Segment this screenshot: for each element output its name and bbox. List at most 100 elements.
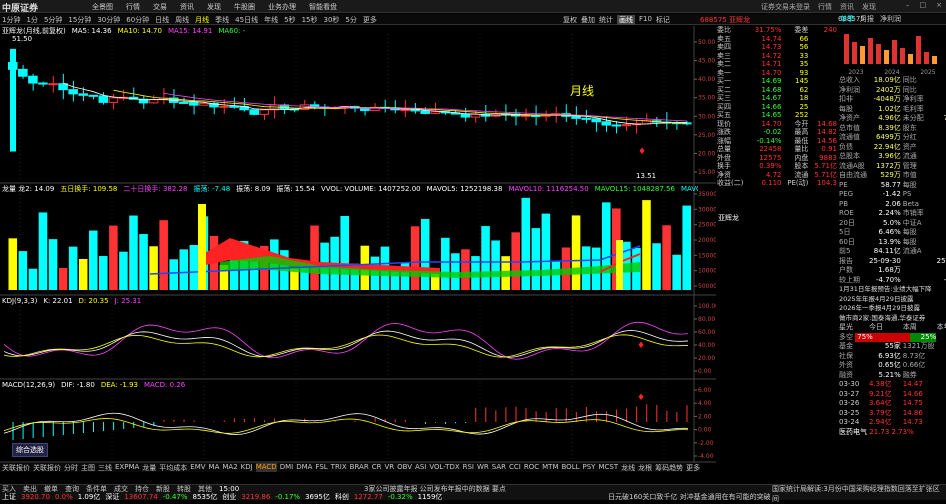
chart-tool-button[interactable]: 统计 bbox=[599, 15, 613, 25]
indicator-tab[interactable]: 平均成本 bbox=[159, 463, 187, 472]
period-tab[interactable]: 季线 bbox=[215, 15, 229, 25]
order-book-ratio[interactable]: 委比 31.75% 委差 240 bbox=[716, 26, 838, 35]
period-tab[interactable]: 1分钟 bbox=[2, 15, 20, 25]
indicator-tab[interactable]: MACD bbox=[255, 463, 277, 472]
flow-row[interactable]: 03-25 3.79亿 14.86 bbox=[838, 409, 946, 419]
sentiment-tab[interactable]: 今日 bbox=[868, 323, 902, 333]
indicator-tab[interactable]: BRAR bbox=[350, 463, 369, 472]
quote-stat[interactable]: 收益(二) 0.110 PE(动) 104.3 bbox=[716, 179, 838, 188]
news-1[interactable]: 日元破160关口致千亿 对冲基金通用在有可能的突破 bbox=[608, 492, 771, 502]
period-tab[interactable]: 5分钟 bbox=[44, 15, 62, 25]
indicator-tab[interactable]: 龙线 bbox=[621, 463, 635, 472]
top-menu-item[interactable]: 牛股圈 bbox=[234, 2, 255, 12]
period-tab[interactable]: 30秒 bbox=[323, 15, 339, 25]
fin-tab-profit[interactable]: 净利润 bbox=[880, 14, 901, 24]
indicator-tab[interactable]: 关联报价 bbox=[33, 463, 61, 472]
sentiment-tab[interactable]: 本年 bbox=[936, 323, 946, 333]
indicator-tab[interactable]: DMI bbox=[280, 463, 294, 472]
buy-level[interactable]: 买一 14.69 145 bbox=[716, 77, 838, 86]
period-tab[interactable]: 45日线 bbox=[235, 15, 258, 25]
indicator-tab[interactable]: 三线 bbox=[98, 463, 112, 472]
indicator-tab[interactable]: ASI bbox=[415, 463, 426, 472]
quote-stat[interactable]: 外盘 12575 内盘 9883 bbox=[716, 154, 838, 163]
chart-tool-button[interactable]: F10 bbox=[639, 15, 652, 25]
indicator-tab[interactable]: 更多 bbox=[686, 463, 700, 472]
sell-level[interactable]: 卖五 14.74 66 bbox=[716, 35, 838, 44]
indicator-tab[interactable]: DMA bbox=[296, 463, 312, 472]
indicator-tab[interactable]: PSY bbox=[583, 463, 596, 472]
indicator-tab[interactable]: 分时 bbox=[64, 463, 78, 472]
period-tab[interactable]: 15秒 bbox=[302, 15, 318, 25]
minimize-icon[interactable]: – bbox=[906, 1, 910, 9]
period-tab[interactable]: 更多 bbox=[363, 15, 377, 25]
flow-row[interactable]: 03-27 9.21亿 14.66 bbox=[838, 390, 946, 400]
period-tab[interactable]: 日线 bbox=[155, 15, 169, 25]
period-tab[interactable]: 15分钟 bbox=[68, 15, 91, 25]
top-menu-item[interactable]: 资讯 bbox=[180, 2, 194, 12]
indicator-tab[interactable]: MA bbox=[209, 463, 220, 472]
period-tab[interactable]: 年线 bbox=[264, 15, 278, 25]
indicator-tab[interactable]: 龙量 bbox=[142, 463, 156, 472]
period-tab[interactable]: 5秒 bbox=[284, 15, 295, 25]
period-tab[interactable]: 周线 bbox=[175, 15, 189, 25]
fin-tab-quarter[interactable]: 单季 bbox=[840, 14, 854, 24]
indicator-tab[interactable]: SAR bbox=[492, 463, 506, 472]
period-tab[interactable]: 60分钟 bbox=[126, 15, 149, 25]
quote-stat[interactable]: 涨幅 -0.14% 最低 14.56 bbox=[716, 137, 838, 146]
indicator-tab[interactable]: MTM bbox=[542, 463, 558, 472]
close-icon[interactable]: × bbox=[936, 1, 942, 9]
indicator-tab[interactable]: VOL-TDX bbox=[429, 463, 459, 472]
buy-level[interactable]: 买三 14.67 18 bbox=[716, 94, 838, 103]
chart-tool-button[interactable]: 标记 bbox=[656, 15, 670, 25]
sentiment-tab[interactable]: 星光 bbox=[838, 323, 868, 333]
top-menu-right-item[interactable]: 证券交易未登录 bbox=[761, 2, 810, 12]
chart-area[interactable]: 50.00 45.00 40.00 35.00 30.00 25.00 20.00 15.00… bbox=[0, 26, 716, 484]
maximize-icon[interactable]: □ bbox=[920, 1, 927, 9]
buy-level[interactable]: 买五 14.65 252 bbox=[716, 111, 838, 120]
top-menu-item[interactable]: 交易 bbox=[153, 2, 167, 12]
indicator-tab[interactable]: EMV bbox=[190, 463, 205, 472]
period-tab[interactable]: 30分钟 bbox=[97, 15, 120, 25]
buy-level[interactable]: 买二 14.68 62 bbox=[716, 86, 838, 95]
chart-tool-button[interactable]: 复权 bbox=[563, 15, 577, 25]
quote-stat[interactable]: 净资 4.72 流通 5.71亿 bbox=[716, 171, 838, 180]
indicator-tab[interactable]: BOLL bbox=[562, 463, 580, 472]
indicator-tab[interactable]: VR bbox=[384, 463, 394, 472]
top-menu-item[interactable]: 行情 bbox=[126, 2, 140, 12]
sell-level[interactable]: 卖三 14.72 33 bbox=[716, 52, 838, 61]
announcement-item[interactable]: 1月31日年报预告:业绩大幅下降 bbox=[838, 285, 946, 295]
quote-stat[interactable]: 换手 0.39% 股本 5.71亿 bbox=[716, 162, 838, 171]
indicator-tab[interactable]: MA2 bbox=[222, 463, 237, 472]
top-menu-item[interactable]: 业务办理 bbox=[268, 2, 296, 12]
flow-row[interactable]: 03-30 4.38亿 14.47 bbox=[838, 380, 946, 390]
indicator-tab[interactable]: FSL bbox=[315, 463, 327, 472]
announcement-item[interactable]: 2026年一季报4月29日披露 bbox=[838, 304, 946, 314]
top-menu-right-item[interactable]: 发现 bbox=[862, 2, 876, 12]
quote-stat[interactable]: 涨跌 -0.02 最高 14.82 bbox=[716, 128, 838, 137]
news-2[interactable]: 国家统计局解读:3月份中国采购经理指数回落至扩张区间 bbox=[772, 484, 946, 504]
sell-level[interactable]: 卖二 14.71 35 bbox=[716, 60, 838, 69]
flow-row[interactable]: 03-26 3.64亿 14.75 bbox=[838, 399, 946, 409]
top-menu-item[interactable]: 全景图 bbox=[92, 2, 113, 12]
indicator-tab[interactable]: EXPMA bbox=[115, 463, 139, 472]
indicator-tab[interactable]: 关联报价 bbox=[2, 463, 30, 472]
announcement-item[interactable]: 2025年年报4月29日披露 bbox=[838, 295, 946, 305]
period-tab[interactable]: 5分 bbox=[345, 15, 356, 25]
top-menu-item[interactable]: 发现 bbox=[207, 2, 221, 12]
stock-screener-badge[interactable]: 综合选股 bbox=[12, 443, 48, 457]
indicator-tab[interactable]: CR bbox=[372, 463, 382, 472]
quote-stat[interactable]: 总量 22458 量比 0.91 bbox=[716, 145, 838, 154]
chart-tool-button[interactable]: 叠加 bbox=[581, 15, 595, 25]
indicator-tab[interactable]: KDJ bbox=[241, 463, 253, 472]
chart-tool-button[interactable]: 画线 bbox=[617, 15, 635, 25]
indicator-tab[interactable]: ROC bbox=[524, 463, 539, 472]
top-menu-right-item[interactable]: 资讯 bbox=[840, 2, 854, 12]
sector-tag[interactable]: 医药电气 21.73 2.73% bbox=[838, 428, 946, 438]
fin-tab-month[interactable]: 月报 bbox=[860, 14, 874, 24]
indicator-tab[interactable]: 主图 bbox=[81, 463, 95, 472]
period-tab[interactable]: 1分 bbox=[26, 15, 37, 25]
sell-level[interactable]: 卖四 14.73 56 bbox=[716, 43, 838, 52]
buy-level[interactable]: 买四 14.66 25 bbox=[716, 103, 838, 112]
indicator-tab[interactable]: 龙根 bbox=[638, 463, 652, 472]
sell-level[interactable]: 卖一 14.70 93 bbox=[716, 69, 838, 78]
